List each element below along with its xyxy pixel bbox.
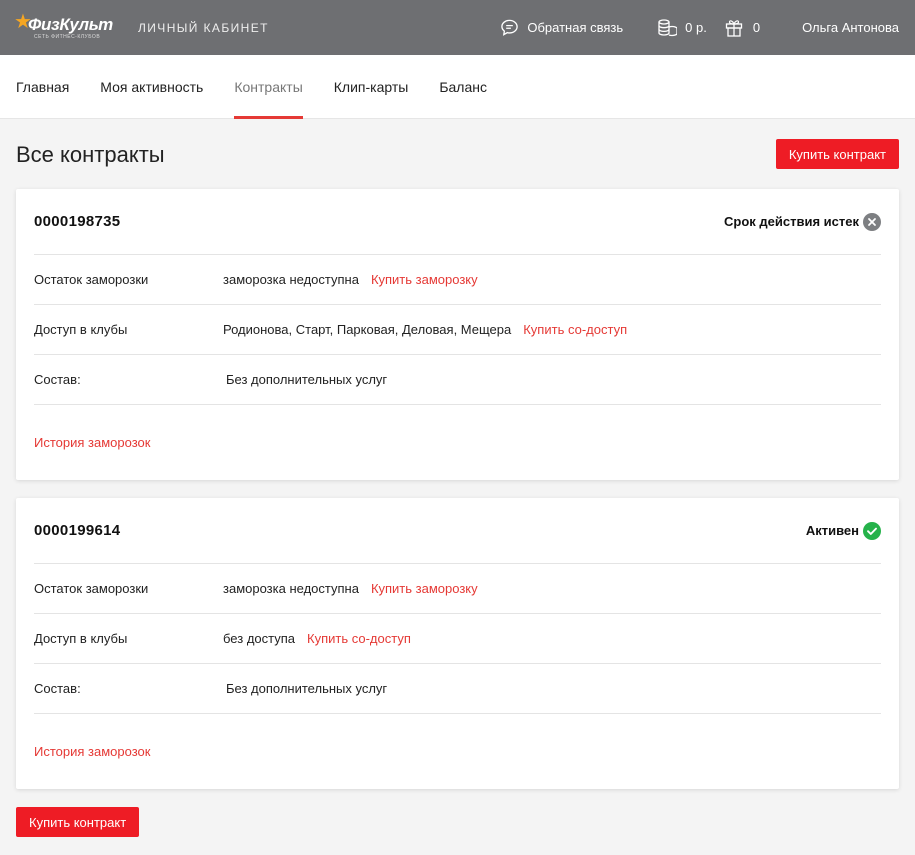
- status-label: Срок действия истек: [724, 214, 859, 229]
- close-circle-icon: [863, 212, 881, 231]
- freeze-label: Остаток заморозки: [34, 581, 149, 596]
- status-label: Активен: [805, 523, 859, 538]
- buy-co-access-link[interactable]: Купить со-доступ: [523, 322, 627, 337]
- buy-freeze-link[interactable]: Купить заморозку: [371, 272, 478, 287]
- status-badge: Активен: [805, 521, 881, 540]
- freeze-history-link[interactable]: История заморозок: [34, 744, 150, 759]
- star-icon: ★: [14, 11, 32, 33]
- gift-icon: [725, 20, 742, 37]
- buy-co-access-link[interactable]: Купить со-доступ: [307, 631, 411, 646]
- freeze-value: заморозка недоступна: [223, 272, 359, 287]
- feedback-label: Обратная связь: [527, 20, 624, 35]
- coins-icon: [658, 18, 678, 36]
- tab-main[interactable]: Главная: [16, 55, 69, 119]
- contract-card: 0000198735 Срок действия истек Остаток з…: [16, 189, 899, 480]
- freeze-row: Остаток заморозки заморозка недоступна К…: [34, 564, 881, 614]
- clubs-value: без доступа: [223, 631, 296, 646]
- cabinet-title: ЛИЧНЫЙ КАБИНЕТ: [138, 20, 269, 35]
- composition-row: Состав: Без дополнительных услуг: [34, 355, 881, 405]
- tab-balance[interactable]: Баланс: [439, 55, 487, 119]
- clubs-row: Доступ в клубы без доступа Купить со-дос…: [34, 614, 881, 664]
- freeze-value: заморозка недоступна: [223, 581, 359, 596]
- page-title: Все контракты: [16, 142, 165, 167]
- tab-clip-cards[interactable]: Клип-карты: [334, 55, 409, 119]
- status-badge: Срок действия истек: [724, 212, 881, 231]
- contract-number: 0000199614: [34, 522, 121, 539]
- balance-value: 0 р.: [685, 20, 707, 35]
- gifts-link[interactable]: 0: [725, 18, 760, 37]
- user-menu[interactable]: Ольга Антонова: [802, 20, 899, 35]
- clubs-label: Доступ в клубы: [34, 322, 128, 337]
- clubs-label: Доступ в клубы: [34, 631, 128, 646]
- buy-freeze-link[interactable]: Купить заморозку: [371, 581, 478, 596]
- freeze-label: Остаток заморозки: [34, 272, 149, 287]
- composition-label: Состав:: [34, 372, 81, 387]
- main-content: Все контракты Купить контракт 0000198735…: [0, 119, 915, 837]
- clubs-value: Родионова, Старт, Парковая, Деловая, Мещ…: [223, 322, 512, 337]
- gifts-value: 0: [752, 20, 761, 35]
- chat-bubble-icon: [501, 19, 519, 36]
- composition-label: Состав:: [34, 681, 81, 696]
- main-nav: Главная Моя активность Контракты Клип-ка…: [0, 55, 915, 119]
- buy-contract-button[interactable]: Купить контракт: [775, 139, 899, 169]
- logo-subtitle: сеть фитнес-клубов: [34, 34, 101, 40]
- freeze-row: Остаток заморозки заморозка недоступна К…: [34, 255, 881, 305]
- balance-link[interactable]: 0 р.: [657, 18, 707, 38]
- check-circle-icon: [863, 521, 881, 540]
- composition-value: Без дополнительных услуг: [226, 681, 388, 696]
- user-name: Ольга Антонова: [802, 20, 899, 35]
- feedback-link[interactable]: Обратная связь: [500, 18, 623, 37]
- tab-activity[interactable]: Моя активность: [100, 55, 203, 119]
- composition-value: Без дополнительных услуг: [226, 372, 388, 387]
- contract-number: 0000198735: [34, 213, 121, 230]
- logo[interactable]: ★ ФизКульт сеть фитнес-клубов: [14, 11, 116, 40]
- contract-card: 0000199614 Активен Остаток заморозки зам…: [16, 498, 899, 789]
- tab-contracts[interactable]: Контракты: [234, 55, 304, 119]
- freeze-history-link[interactable]: История заморозок: [34, 435, 150, 450]
- top-bar: ★ ФизКульт сеть фитнес-клубов ЛИЧНЫЙ КАБ…: [0, 0, 915, 55]
- clubs-row: Доступ в клубы Родионова, Старт, Паркова…: [34, 305, 881, 355]
- composition-row: Состав: Без дополнительных услуг: [34, 664, 881, 714]
- buy-contract-button-bottom[interactable]: Купить контракт: [16, 807, 140, 837]
